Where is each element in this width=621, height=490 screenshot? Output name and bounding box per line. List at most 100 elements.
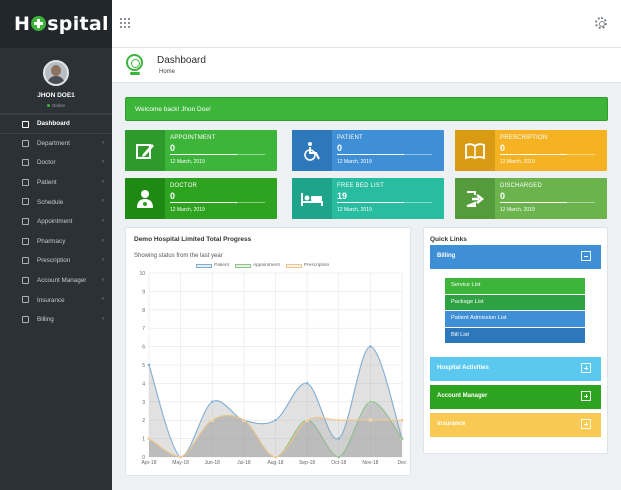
sidebar-item-label: Schedule	[37, 198, 64, 206]
stat-card-date: 12 March, 2019	[170, 159, 205, 165]
stat-card-progress	[170, 202, 265, 203]
accordion-label: Insurance	[437, 421, 466, 427]
brand-logo[interactable]: Hspital	[0, 0, 112, 48]
chevron-left-icon: ‹	[102, 315, 104, 322]
x-tick-label: Jul-18	[237, 460, 251, 466]
stat-card-date: 12 March, 2019	[337, 207, 372, 213]
stat-card-value: 0	[337, 143, 343, 153]
y-tick-label: 6	[142, 345, 145, 351]
x-tick-label: Dec	[398, 460, 407, 466]
accordion-label: Account Manager	[437, 393, 488, 399]
chevron-left-icon: ‹	[102, 217, 104, 224]
billing-link-package-list[interactable]: Package List	[445, 294, 585, 310]
sidebar-item-insurance[interactable]: Insurance ‹	[0, 290, 112, 310]
data-point-patient	[305, 381, 309, 386]
accordion-label: Billing	[437, 253, 456, 259]
stat-card-title: DOCTOR	[170, 183, 198, 189]
insurance-icon	[22, 296, 29, 304]
account-icon	[22, 276, 29, 284]
billing-link-patient-admission-list[interactable]: Patient Admission List	[445, 311, 585, 327]
stat-card-doctor[interactable]: DOCTOR 0 12 March, 2019	[125, 178, 277, 219]
patient-icon	[22, 178, 29, 186]
sidebar: Hspital JHON DOE1 Online Dashboard Depart…	[0, 0, 112, 490]
y-tick-label: 3	[142, 400, 145, 406]
chevron-left-icon: ‹	[102, 178, 104, 185]
stat-card-patient[interactable]: PATIENT 0 12 March, 2019	[292, 130, 444, 171]
billing-link-bill-list[interactable]: Bill List	[445, 327, 585, 343]
apps-grid-icon[interactable]	[120, 18, 130, 28]
sidebar-item-label: Billing	[37, 316, 54, 324]
data-point-prescription	[368, 418, 373, 422]
sidebar-menu: Dashboard Department ‹ Doctor ‹ Patient ‹ Sched…	[0, 114, 112, 330]
top-bar	[112, 0, 621, 48]
plus-icon[interactable]	[581, 363, 591, 373]
avatar[interactable]	[43, 60, 69, 86]
sidebar-item-appointment[interactable]: Appointment ‹	[0, 212, 112, 232]
sidebar-item-label: Insurance	[37, 296, 65, 304]
stat-card-date: 12 March, 2019	[170, 207, 205, 213]
x-tick-label: Oct-18	[331, 460, 346, 466]
chevron-left-icon: ‹	[102, 257, 104, 264]
y-tick-label: 8	[142, 308, 145, 314]
sidebar-item-doctor[interactable]: Doctor ‹	[0, 153, 112, 173]
department-icon	[22, 139, 29, 147]
chevron-left-icon: ‹	[102, 237, 104, 244]
sidebar-item-label: Prescription	[37, 257, 71, 265]
stat-card-title: PRESCRIPTION	[500, 135, 548, 141]
plus-icon[interactable]	[581, 391, 591, 401]
sidebar-item-schedule[interactable]: Schedule ‹	[0, 192, 112, 212]
bed-icon	[292, 178, 332, 219]
data-point-patient	[273, 418, 278, 422]
exit-icon	[455, 178, 495, 219]
stat-card-value: 0	[170, 191, 176, 201]
sidebar-item-prescription[interactable]: Prescription ‹	[0, 251, 112, 271]
user-profile: JHON DOE1 Online	[0, 48, 112, 114]
data-point-patient	[210, 399, 215, 404]
minus-icon[interactable]	[581, 251, 591, 261]
stat-card-progress	[337, 202, 432, 203]
billing-links-list: Service List Package List Patient Admissio…	[445, 278, 585, 344]
accordion-account-manager[interactable]: Account Manager	[430, 385, 601, 409]
welcome-alert: Welcome back! Jhon Doe!	[125, 97, 608, 121]
x-tick-label: Nov-18	[362, 460, 378, 466]
sidebar-item-label: Pharmacy	[37, 237, 66, 245]
sidebar-item-label: Appointment	[37, 218, 73, 226]
stat-card-date: 12 March, 2019	[500, 207, 535, 213]
sidebar-item-billing[interactable]: Billing ‹	[0, 310, 112, 330]
stat-card-discharged[interactable]: DISCHARGED 0 12 March, 2019	[455, 178, 607, 219]
plus-icon[interactable]	[581, 419, 591, 429]
chevron-left-icon: ‹	[102, 159, 104, 166]
y-tick-label: 9	[142, 289, 145, 295]
y-tick-label: 5	[142, 363, 145, 369]
stat-card-prescription[interactable]: PRESCRIPTION 0 12 March, 2019	[455, 130, 607, 171]
stat-card-progress	[500, 154, 595, 155]
prescription-icon	[22, 257, 29, 265]
doctor-icon	[22, 159, 29, 167]
x-tick-label: Jun-18	[205, 460, 221, 466]
sidebar-item-account-manager[interactable]: Account Manager ‹	[0, 271, 112, 291]
y-tick-label: 4	[142, 381, 145, 387]
sidebar-item-dashboard[interactable]: Dashboard	[0, 114, 112, 134]
stat-card-progress	[337, 154, 432, 155]
sidebar-item-department[interactable]: Department ‹	[0, 134, 112, 154]
breadcrumb[interactable]: Home	[159, 69, 175, 75]
wheelchair-icon	[292, 130, 332, 171]
x-tick-label: May-18	[172, 460, 189, 466]
stat-card-appointment[interactable]: APPOINTMENT 0 12 March, 2019	[125, 130, 277, 171]
data-point-appointment	[368, 399, 373, 404]
user-status: Online	[0, 103, 112, 108]
accordion-billing[interactable]: Billing	[430, 245, 601, 269]
stat-card-value: 19	[337, 191, 348, 201]
sidebar-item-patient[interactable]: Patient ‹	[0, 173, 112, 193]
accordion-hospital-activities[interactable]: Hospital Activities	[430, 357, 601, 381]
sidebar-item-pharmacy[interactable]: Pharmacy ‹	[0, 232, 112, 252]
doctor-icon	[125, 178, 165, 219]
stat-card-free-bed-list[interactable]: FREE BED LIST 19 12 March, 2019	[292, 178, 444, 219]
gear-icon[interactable]	[595, 17, 607, 29]
chevron-left-icon: ‹	[102, 276, 104, 283]
accordion-insurance[interactable]: Insurance	[430, 413, 601, 437]
sidebar-item-label: Doctor	[37, 159, 56, 167]
billing-link-service-list[interactable]: Service List	[445, 278, 585, 294]
calendar-icon	[22, 198, 29, 206]
stat-card-date: 12 March, 2019	[337, 159, 372, 165]
